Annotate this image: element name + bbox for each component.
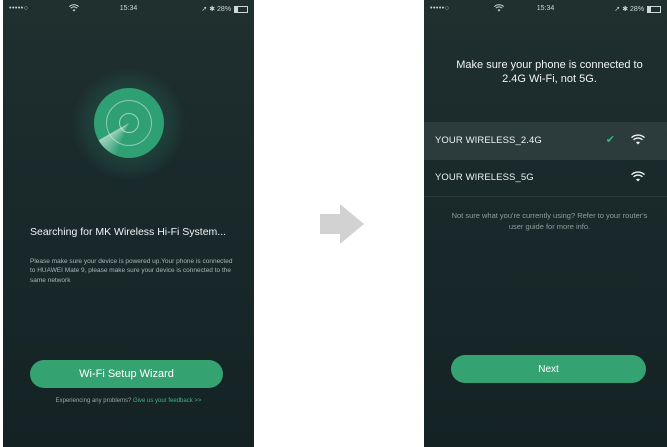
battery-level: 28% [630, 6, 645, 13]
feedback-link[interactable]: Give us your feedback >> [133, 398, 201, 404]
status-right: ➚ ✱ 28% [201, 5, 248, 13]
status-bar: •••••○ 15:34 ➚ ✱ 28% [430, 3, 661, 17]
wifi-setup-wizard-button[interactable]: Wi-Fi Setup Wizard [30, 360, 223, 388]
network-row-2-4g[interactable]: YOUR WIRELESS_2.4G ✔ [424, 123, 667, 159]
location-icon: ➚ [614, 6, 621, 13]
help-text: Not sure what you're currently using? Re… [451, 211, 648, 231]
divider [424, 196, 667, 197]
search-description: Please make sure your device is powered … [30, 258, 233, 284]
wifi-icon [631, 134, 645, 148]
radar-ring-inner [119, 113, 139, 133]
wifi-icon [631, 171, 645, 185]
network-name: YOUR WIRELESS_2.4G [435, 135, 542, 146]
feedback-text: Experiencing any problems? [55, 398, 132, 404]
instruction-title: Make sure your phone is connected to 2.4… [456, 59, 643, 85]
feedback-line: Experiencing any problems? Give us your … [3, 398, 254, 404]
checkmark-icon: ✔ [605, 134, 615, 146]
location-icon: ➚ [201, 6, 208, 13]
status-right: ➚ ✱ 28% [614, 5, 661, 13]
bluetooth-icon: ✱ [209, 6, 216, 13]
arrow-right-icon [318, 200, 366, 248]
radar-icon [94, 88, 164, 158]
battery-icon [647, 5, 661, 13]
battery-level: 28% [217, 6, 232, 13]
network-row-5g[interactable]: YOUR WIRELESS_5G [424, 160, 667, 196]
search-title: Searching for MK Wireless Hi-Fi System..… [30, 226, 227, 238]
battery-icon [234, 5, 248, 13]
bluetooth-icon: ✱ [622, 6, 629, 13]
status-bar: •••••○ 15:34 ➚ ✱ 28% [9, 3, 248, 17]
next-button[interactable]: Next [451, 355, 646, 383]
network-name: YOUR WIRELESS_5G [435, 172, 534, 183]
